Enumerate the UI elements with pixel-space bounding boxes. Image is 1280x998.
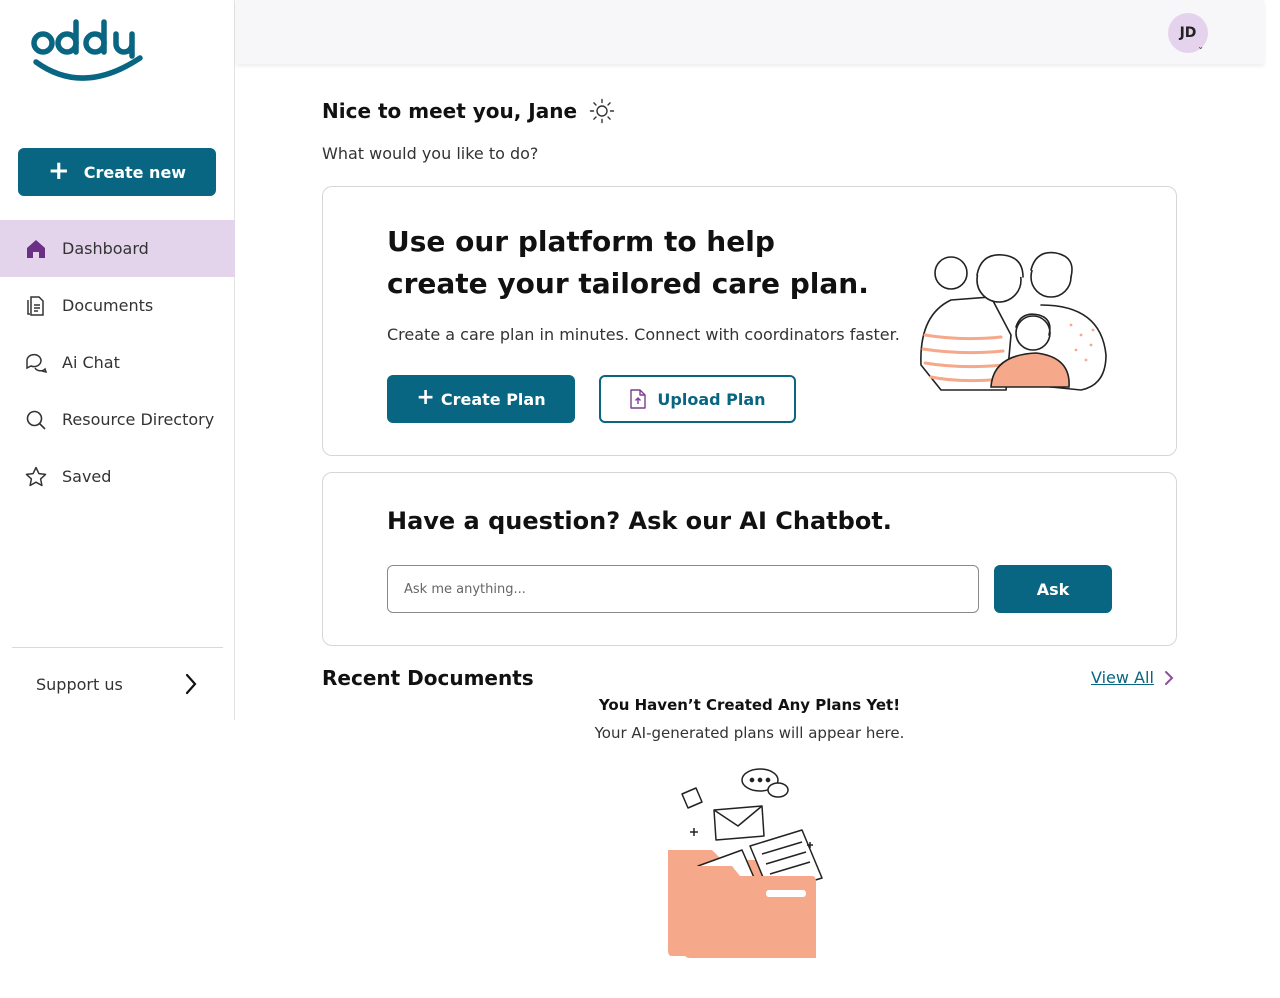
- user-avatar-menu[interactable]: JD ⌄: [1168, 13, 1208, 53]
- greeting-text: Nice to meet you, Jane: [322, 99, 578, 123]
- support-us-link[interactable]: Support us: [36, 664, 198, 704]
- plus-icon: +: [416, 385, 435, 410]
- family-illustration: [920, 251, 1107, 391]
- headline-line-2: create your tailored care plan.: [387, 267, 869, 300]
- create-plan-button[interactable]: + Create Plan: [387, 375, 575, 423]
- top-bar: JD ⌄: [236, 0, 1264, 64]
- file-upload-icon: [630, 389, 647, 409]
- sidebar-item-label: Documents: [62, 296, 154, 315]
- care-plan-card: Use our platform to help create your tai…: [322, 186, 1177, 456]
- sidebar-item-dashboard[interactable]: Dashboard: [0, 220, 235, 277]
- search-icon: [26, 410, 46, 430]
- view-all-label: View All: [1091, 668, 1154, 687]
- sidebar-item-label: Ai Chat: [62, 353, 120, 372]
- create-new-button[interactable]: + Create new: [18, 148, 216, 196]
- avatar-initials: JD: [1179, 25, 1197, 41]
- sidebar-item-resource-directory[interactable]: Resource Directory: [0, 391, 235, 448]
- sidebar-nav: Dashboard Documents Ai Chat Resource Dir…: [0, 220, 235, 505]
- upload-plan-label: Upload Plan: [657, 389, 766, 409]
- support-us-label: Support us: [36, 674, 123, 694]
- headline-line-1: Use our platform to help: [387, 225, 775, 258]
- plus-icon: +: [47, 155, 70, 186]
- sidebar-item-label: Resource Directory: [62, 410, 215, 429]
- chat-icon: [26, 353, 48, 373]
- sidebar-item-label: Saved: [62, 467, 112, 486]
- greeting: Nice to meet you, Jane: [322, 98, 615, 124]
- recent-documents-title: Recent Documents: [322, 666, 534, 690]
- home-icon: [27, 239, 45, 258]
- star-icon: [25, 466, 47, 486]
- page-subtitle: What would you like to do?: [322, 144, 539, 163]
- document-icon: [27, 295, 44, 316]
- sidebar-item-saved[interactable]: Saved: [0, 448, 235, 505]
- chevron-right-icon: [185, 673, 197, 695]
- ask-button[interactable]: Ask: [994, 565, 1112, 613]
- sidebar-item-ai-chat[interactable]: Ai Chat: [0, 334, 235, 391]
- empty-state-title: You Haven’t Created Any Plans Yet!: [598, 696, 901, 714]
- ask-input[interactable]: [387, 565, 979, 613]
- logo-wordmark: oddy: [28, 14, 31, 15]
- care-plan-headline: Use our platform to help create your tai…: [387, 221, 869, 305]
- create-new-label: Create new: [83, 162, 187, 182]
- sidebar-divider: [12, 647, 223, 648]
- chevron-right-icon: [1164, 670, 1174, 685]
- chevron-down-icon: ⌄: [1197, 42, 1204, 51]
- oddy-logo[interactable]: oddy: [28, 14, 148, 94]
- chatbot-title: Have a question? Ask our AI Chatbot.: [387, 507, 892, 535]
- care-plan-subtext: Create a care plan in minutes. Connect w…: [387, 325, 900, 344]
- empty-state-subtitle: Your AI-generated plans will appear here…: [594, 724, 905, 742]
- sidebar-item-documents[interactable]: Documents: [0, 277, 235, 334]
- sidebar-item-label: Dashboard: [62, 239, 149, 258]
- upload-plan-button[interactable]: Upload Plan: [599, 375, 796, 423]
- sun-icon: [589, 98, 615, 124]
- create-plan-label: Create Plan: [440, 389, 546, 409]
- chatbot-card: Have a question? Ask our AI Chatbot. Ask: [322, 472, 1177, 646]
- sidebar: oddy + Create new Dashboard Documents Ai…: [0, 0, 235, 720]
- view-all-link[interactable]: View All: [1091, 668, 1174, 687]
- folder-illustration: [668, 768, 823, 958]
